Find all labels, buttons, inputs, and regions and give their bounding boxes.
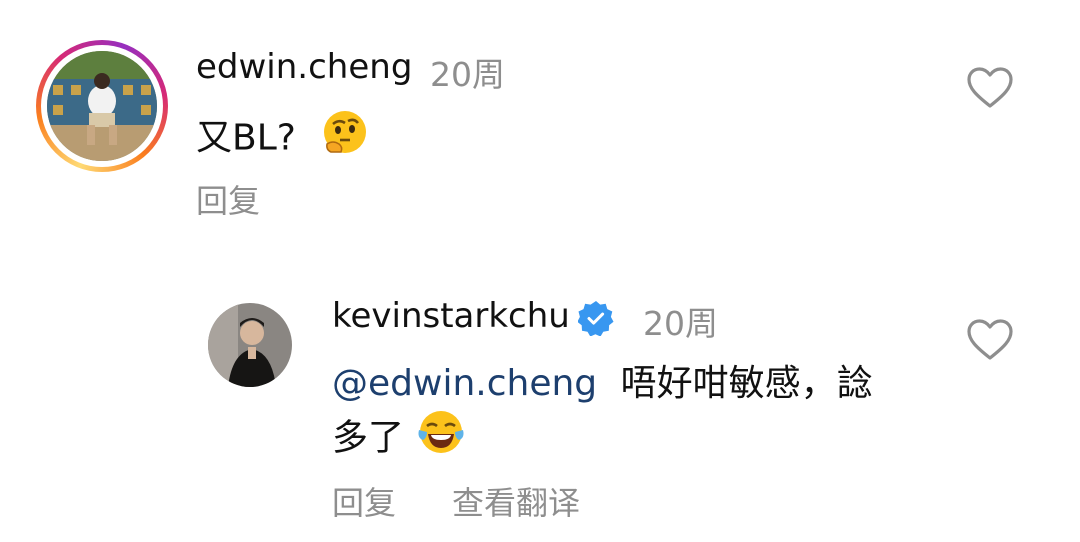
comment-text-content: 又BL? [196,117,296,159]
reply-button[interactable]: 回复 [332,478,396,524]
comment-edwin: edwin.cheng 20周 又BL? 回复 [0,0,1080,240]
comment-text-continued: 多了 [332,408,465,471]
mention-link[interactable]: @edwin.cheng [332,363,597,404]
thinking-face-icon [321,108,369,171]
comment-text: 又BL? [196,108,369,171]
avatar-edwin[interactable] [47,51,157,161]
username[interactable]: kevinstarkchu [332,296,570,336]
reply-button[interactable]: 回复 [196,176,260,222]
like-heart-icon[interactable] [966,318,1014,362]
comment-text-line1: 唔好咁敏感，諗 [620,363,873,404]
comment-text: @edwin.cheng 唔好咁敏感，諗 [332,358,873,410]
comment-kevin: kevinstarkchu 20周 @edwin.cheng 唔好咁敏感，諗 多… [0,280,1080,542]
see-translation-button[interactable]: 查看翻译 [452,478,580,524]
comment-text-line2: 多了 [332,417,405,459]
verified-badge-icon [578,301,614,336]
avatar-kevin[interactable] [208,303,292,387]
face-with-tears-of-joy-icon [417,408,465,471]
timestamp: 20周 [430,55,505,94]
username[interactable]: edwin.cheng [196,47,412,87]
like-heart-icon[interactable] [966,66,1014,110]
timestamp: 20周 [643,304,718,343]
